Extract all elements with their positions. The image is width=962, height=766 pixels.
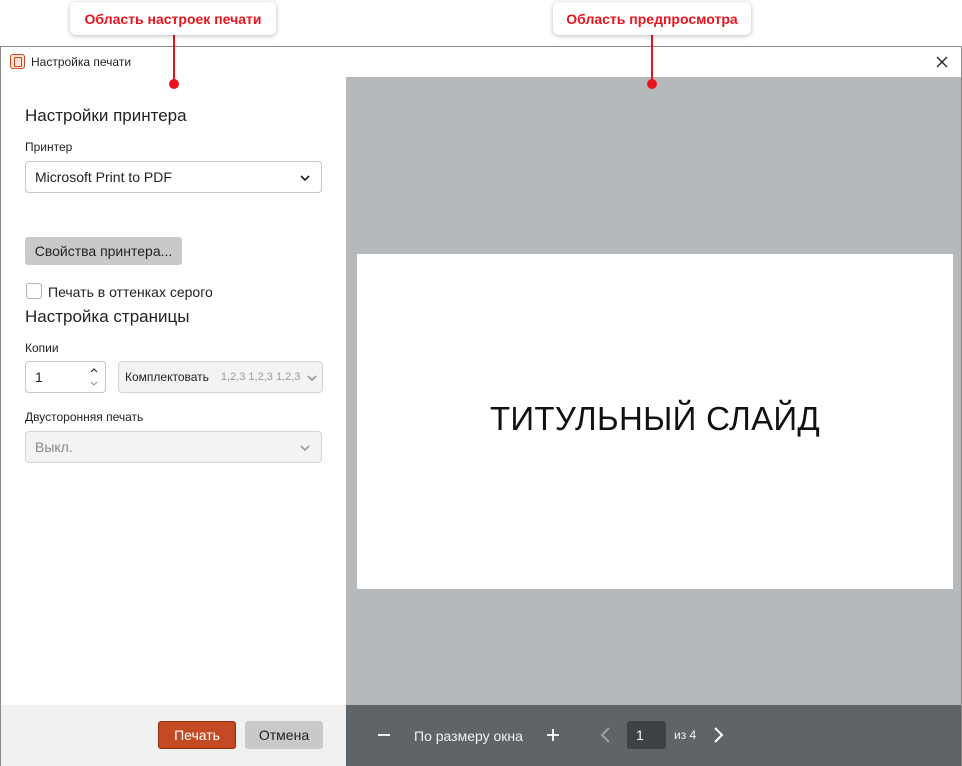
current-page: 1	[636, 727, 644, 743]
page-number-input[interactable]: 1	[627, 721, 666, 749]
chevron-right-icon[interactable]	[710, 726, 726, 744]
title-bar: Настройка печати	[1, 47, 961, 77]
zoom-in-button[interactable]	[543, 725, 563, 745]
minus-icon	[378, 734, 390, 736]
close-icon	[936, 56, 948, 68]
zoom-out-button[interactable]	[374, 725, 394, 745]
chevron-down-icon	[300, 175, 310, 182]
callout-preview-line	[651, 35, 653, 83]
grayscale-checkbox[interactable]	[26, 283, 42, 299]
printer-select-value: Microsoft Print to PDF	[35, 169, 172, 185]
printer-label: Принтер	[25, 140, 73, 154]
plus-icon	[547, 729, 559, 741]
chevron-down-icon	[307, 375, 317, 382]
print-button[interactable]: Печать	[158, 721, 236, 749]
callout-preview-area: Область предпросмотра	[553, 2, 751, 35]
duplex-label: Двусторонняя печать	[25, 410, 144, 424]
callout-preview-label: Область предпросмотра	[566, 10, 738, 27]
printer-settings-title: Настройки принтера	[25, 106, 187, 125]
callout-settings-dot	[169, 79, 179, 89]
slide-preview: ТИТУЛЬНЫЙ СЛАЙД	[357, 254, 953, 589]
collate-sequence: 1,2,3 1,2,3 1,2,3	[220, 371, 301, 383]
chevron-down-icon[interactable]	[89, 379, 99, 389]
callout-settings-area: Область настроек печати	[70, 2, 276, 35]
page-settings-title: Настройка страницы	[25, 307, 190, 326]
page-total: из 4	[674, 728, 697, 742]
window-title: Настройка печати	[31, 55, 132, 69]
duplex-value: Выкл.	[35, 439, 73, 455]
collate-select[interactable]: Комплектовать 1,2,3 1,2,3 1,2,3	[118, 361, 323, 393]
print-settings-window: Настройка печати Настройки принтера Прин…	[0, 46, 962, 766]
copies-value: 1	[35, 369, 43, 385]
action-bar: Печать Отмена	[1, 705, 346, 766]
close-button[interactable]	[927, 47, 957, 77]
copies-label: Копии	[25, 341, 59, 355]
chevron-down-icon	[300, 445, 310, 452]
cancel-button[interactable]: Отмена	[245, 721, 323, 749]
printer-select[interactable]: Microsoft Print to PDF	[25, 161, 322, 193]
print-settings-panel: Настройки принтера Принтер Microsoft Pri…	[1, 77, 346, 705]
preview-area: ТИТУЛЬНЫЙ СЛАЙД	[346, 77, 961, 705]
chevron-left-icon[interactable]	[598, 726, 614, 744]
zoom-fit-label[interactable]: По размеру окна	[414, 728, 523, 744]
copies-stepper[interactable]: 1	[25, 361, 106, 393]
duplex-select[interactable]: Выкл.	[25, 431, 322, 463]
app-logo-icon	[10, 54, 25, 69]
callout-settings-line	[173, 35, 175, 83]
printer-properties-button[interactable]: Свойства принтера...	[25, 237, 182, 265]
chevron-up-icon[interactable]	[89, 365, 99, 375]
slide-title: ТИТУЛЬНЫЙ СЛАЙД	[489, 399, 821, 437]
grayscale-label: Печать в оттенках серого	[48, 284, 213, 300]
callout-preview-dot	[647, 79, 657, 89]
callout-settings-label: Область настроек печати	[84, 10, 262, 27]
preview-toolbar: По размеру окна 1 из 4	[346, 705, 961, 766]
collate-label: Комплектовать	[125, 370, 209, 384]
